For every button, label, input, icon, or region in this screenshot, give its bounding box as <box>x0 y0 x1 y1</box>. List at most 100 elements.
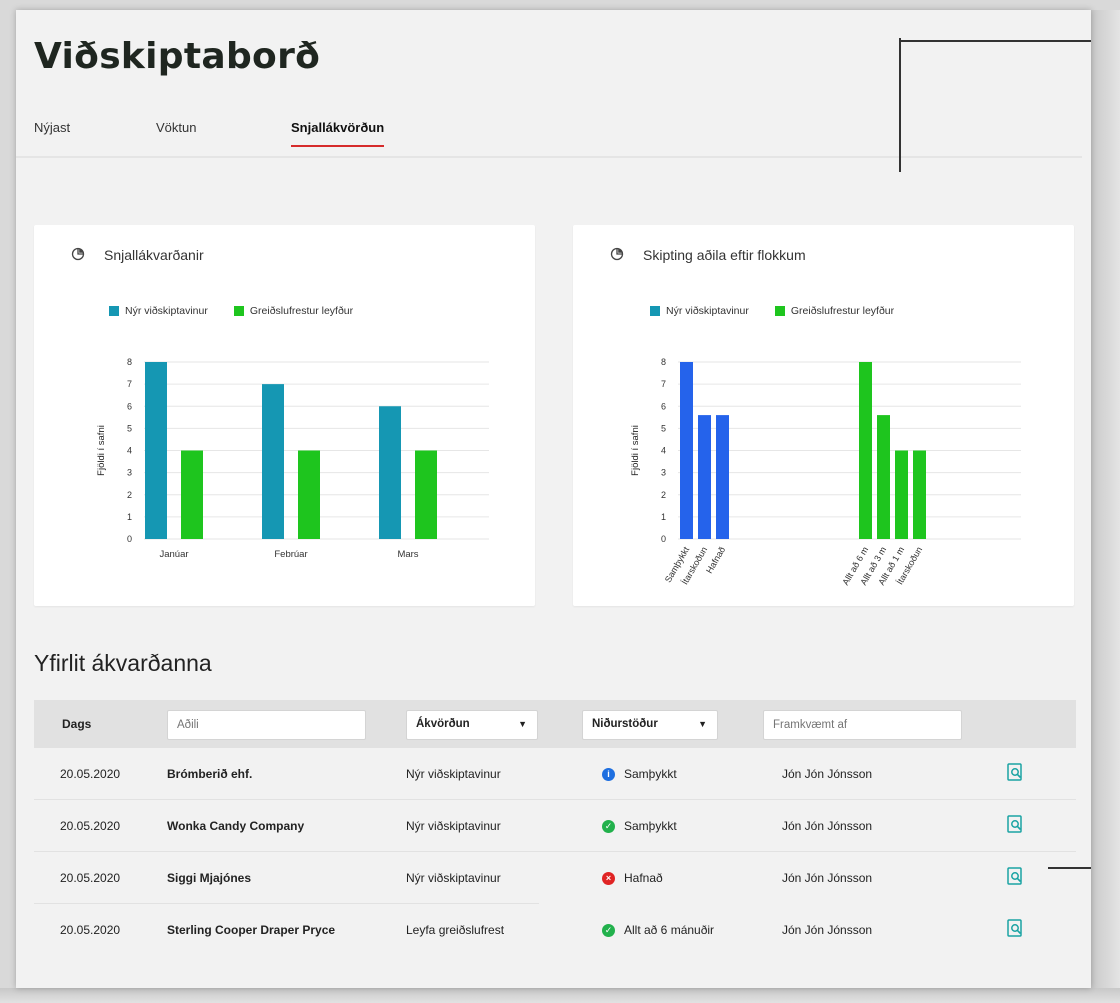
y-tick-label: 8 <box>127 357 132 367</box>
view-details-icon[interactable] <box>1007 867 1025 887</box>
row-result: ✓ Samþykkt <box>602 819 677 833</box>
decision-filter-value: Ákvörðun <box>416 718 470 730</box>
tab-monitoring[interactable]: Vöktun <box>156 120 196 143</box>
row-performed-by: Jón Jón Jónsson <box>782 767 873 781</box>
party-filter-input[interactable] <box>167 710 366 740</box>
overview-title: Yfirlit ákvarðanna <box>34 650 212 676</box>
y-axis-label: Fjöldi í safni <box>96 425 107 476</box>
bar-chart-monthly: 0 1 2 3 4 5 6 7 8 Fjöldi í safni Janúar Febrúar Mars <box>96 357 489 560</box>
y-tick-label: 3 <box>661 468 666 478</box>
bar <box>895 450 908 539</box>
view-details-icon[interactable] <box>1007 763 1025 783</box>
y-tick-label: 5 <box>661 423 666 433</box>
y-tick-label: 7 <box>127 379 132 389</box>
chart-card-smart-decisions: Snjallákvarðanir Nýr viðskiptavinur Grei… <box>34 225 535 606</box>
check-circle-icon: ✓ <box>602 923 615 937</box>
error-circle-icon: × <box>602 871 615 885</box>
bar <box>181 450 203 539</box>
x-tick-label: Febrúar <box>274 549 307 560</box>
bar <box>698 415 711 539</box>
row-result-label: Samþykkt <box>624 767 677 781</box>
bar <box>859 362 872 539</box>
row-party: Wonka Candy Company <box>167 819 305 833</box>
row-date: 20.05.2020 <box>60 767 121 781</box>
bar <box>298 450 320 539</box>
row-performed-by: Jón Jón Jónsson <box>782 923 873 937</box>
decision-filter-select[interactable]: Ákvörðun ▼ <box>406 710 538 740</box>
background-shade-bottom <box>0 988 1120 1003</box>
chevron-down-icon: ▼ <box>518 719 527 729</box>
bar <box>145 362 167 539</box>
date-column-header: Dags <box>62 717 92 731</box>
row-performed-by: Jón Jón Jónsson <box>782 871 873 885</box>
row-date: 20.05.2020 <box>60 871 121 885</box>
table-row: 20.05.2020 Wonka Candy Company Nýr viðskip… <box>34 800 1076 852</box>
y-tick-label: 8 <box>661 357 666 367</box>
bar <box>716 415 729 539</box>
y-tick-label: 4 <box>661 446 666 456</box>
y-tick-label: 0 <box>127 534 132 544</box>
annotation-line <box>899 40 1091 42</box>
performed-by-filter-input[interactable] <box>763 710 962 740</box>
chart-card-category-split: Skipting aðila eftir flokkum Nýr viðskip… <box>573 225 1074 606</box>
row-result: × Hafnað <box>602 871 663 885</box>
chevron-down-icon: ▼ <box>698 719 707 729</box>
x-tick-label: Mars <box>397 549 418 560</box>
info-icon: i <box>602 767 615 781</box>
table-row: 20.05.2020 Sterling Cooper Draper Pryce Le… <box>34 904 1076 956</box>
row-decision: Nýr viðskiptavinur <box>406 767 501 781</box>
bar <box>379 406 401 539</box>
bar <box>680 362 693 539</box>
tab-bar: Nýjast Vöktun Snjallákvörðun <box>16 120 1082 168</box>
bar <box>877 415 890 539</box>
page-title: Viðskiptaborð <box>34 36 321 77</box>
view-details-icon[interactable] <box>1007 919 1025 939</box>
bar <box>913 450 926 539</box>
row-decision: Nýr viðskiptavinur <box>406 819 501 833</box>
row-party: Sterling Cooper Draper Pryce <box>167 923 336 937</box>
tab-latest[interactable]: Nýjast <box>34 120 70 143</box>
view-details-icon[interactable] <box>1007 815 1025 835</box>
y-tick-label: 2 <box>661 490 666 500</box>
row-performed-by: Jón Jón Jónsson <box>782 819 873 833</box>
y-tick-label: 2 <box>127 490 132 500</box>
row-party: Siggi Mjajónes <box>167 871 252 885</box>
tab-smart-decision[interactable]: Snjallákvörðun <box>291 120 385 147</box>
table-row: 20.05.2020 Siggi Mjajónes Nýr viðskiptavin… <box>34 852 1076 904</box>
annotation-line <box>899 38 901 172</box>
table-row: 20.05.2020 Brómberið ehf. Nýr viðskiptavin… <box>34 748 1076 800</box>
row-party: Brómberið ehf. <box>167 767 253 781</box>
bar <box>262 384 284 539</box>
row-date: 20.05.2020 <box>60 819 121 833</box>
y-tick-label: 0 <box>661 534 666 544</box>
result-filter-value: Niðurstöður <box>592 718 658 730</box>
y-axis-label: Fjöldi í safni <box>630 425 641 476</box>
tab-bar-divider <box>16 156 1082 158</box>
row-decision: Leyfa greiðslufrest <box>406 923 505 937</box>
x-tick-label: Janúar <box>159 549 188 560</box>
bar-chart-categories: 012345678Fjöldi í safniSamþykktÍtarskoðu… <box>630 357 1021 587</box>
y-tick-label: 6 <box>661 401 666 411</box>
row-result-label: Allt að 6 mánuðir <box>624 923 715 937</box>
y-tick-label: 1 <box>661 512 666 522</box>
y-tick-label: 3 <box>127 468 132 478</box>
check-circle-icon: ✓ <box>602 819 615 833</box>
y-tick-label: 6 <box>127 401 132 411</box>
y-tick-label: 7 <box>661 379 666 389</box>
table-body: 20.05.2020 Brómberið ehf. Nýr viðskiptavin… <box>34 748 1076 956</box>
row-decision: Nýr viðskiptavinur <box>406 871 501 885</box>
row-date: 20.05.2020 <box>60 923 121 937</box>
annotation-line <box>1048 867 1091 869</box>
table-header: Dags Ákvörðun ▼ Niðurstöður ▼ <box>34 700 1076 748</box>
y-tick-label: 4 <box>127 446 132 456</box>
dashboard-frame: Viðskiptaborð Nýjast Vöktun Snjallákvörð… <box>16 10 1091 988</box>
decisions-table: Dags Ákvörðun ▼ Niðurstöður ▼ 20.05.2020… <box>34 700 1076 956</box>
y-tick-label: 5 <box>127 423 132 433</box>
row-result: i Samþykkt <box>602 767 677 781</box>
result-filter-select[interactable]: Niðurstöður ▼ <box>582 710 718 740</box>
background-shade-right <box>1091 10 1120 1003</box>
row-result-label: Hafnað <box>624 871 663 885</box>
y-tick-label: 1 <box>127 512 132 522</box>
row-result: ✓ Allt að 6 mánuðir <box>602 923 714 937</box>
row-result-label: Samþykkt <box>624 819 677 833</box>
